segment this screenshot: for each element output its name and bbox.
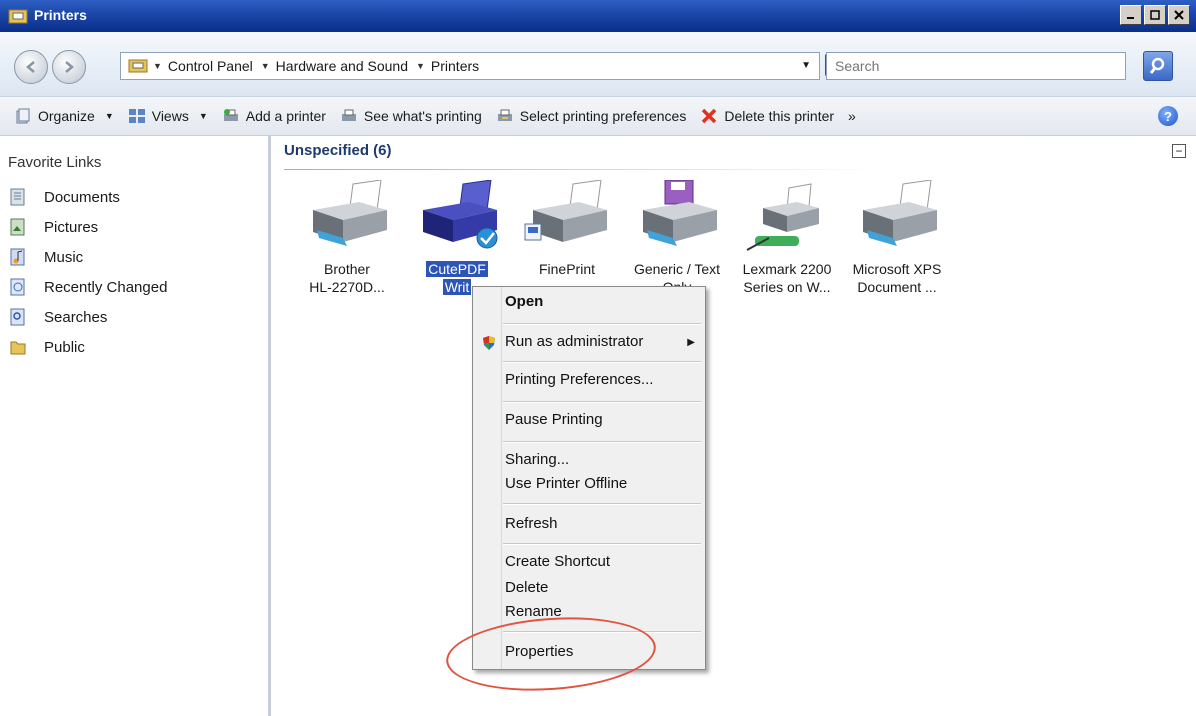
menu-item-use-printer-offline[interactable]: Use Printer Offline — [505, 475, 627, 492]
music-icon — [10, 248, 25, 266]
more-commands-button[interactable]: » — [848, 101, 856, 131]
title-bar: Printers — [0, 0, 1196, 32]
sidebar-item-music[interactable]: Music — [10, 248, 83, 266]
sidebar-item-recently-changed[interactable]: Recently Changed — [10, 278, 167, 296]
sidebar-item-public[interactable]: Public — [10, 338, 85, 356]
add-printer-icon — [223, 109, 238, 121]
printer-generic-icon — [643, 180, 717, 246]
crumb-printers[interactable]: ▼ Printers — [416, 58, 479, 74]
menu-separator — [503, 503, 701, 505]
maximize-button[interactable] — [1144, 5, 1166, 25]
menu-item-create-shortcut[interactable]: Create Shortcut — [505, 553, 610, 570]
menu-separator — [503, 361, 701, 363]
sidebar-item-documents[interactable]: Documents — [10, 188, 120, 206]
close-icon — [1174, 10, 1184, 20]
back-arrow-icon — [26, 61, 35, 73]
documents-icon — [10, 188, 25, 206]
menu-separator — [503, 441, 701, 443]
delete-printer-button[interactable]: Delete this printer — [700, 101, 834, 131]
print-queue-icon — [341, 109, 356, 121]
sidebar-item-pictures[interactable]: Pictures — [10, 218, 98, 236]
printer-item[interactable]: Lexmark 2200 Series on W... — [732, 180, 842, 296]
printer-item-selected[interactable]: CutePDF Writ — [402, 180, 512, 296]
menu-separator — [503, 323, 701, 325]
printer-icon — [524, 180, 607, 242]
printer-icon — [863, 180, 937, 246]
views-button[interactable]: Views ▼ — [128, 101, 208, 131]
window-title: Printers — [34, 7, 87, 23]
search-input[interactable] — [833, 53, 1097, 79]
pictures-icon — [10, 218, 25, 236]
search-button[interactable] — [1143, 51, 1173, 81]
content-pane: Unspecified (6) − Brother HL-2270D... Cu… — [274, 136, 1196, 716]
menu-item-sharing[interactable]: Sharing... — [505, 451, 569, 468]
context-menu: Open Run as administrator ▶ Printing Pre… — [472, 286, 706, 670]
crumb-hardware-and-sound[interactable]: ▼ Hardware and Sound — [261, 58, 408, 74]
public-folder-icon — [10, 341, 26, 355]
printer-item[interactable]: FinePrint — [512, 180, 622, 278]
menu-item-open[interactable]: Open — [505, 293, 543, 310]
address-bar[interactable]: ▼ Control Panel ▼ Hardware and Sound ▼ Prin… — [120, 52, 820, 80]
minimize-button[interactable] — [1120, 5, 1142, 25]
delete-x-icon — [702, 108, 717, 124]
select-printing-preferences-button[interactable]: Select printing preferences — [496, 101, 686, 131]
menu-item-delete[interactable]: Delete — [505, 579, 548, 596]
group-header[interactable]: Unspecified (6) — [284, 142, 392, 159]
search-box[interactable] — [826, 52, 1126, 80]
printers-folder-icon — [8, 9, 28, 24]
navigation-pane: Favorite Links Documents Pictures Music … — [0, 136, 271, 716]
menu-item-run-as-administrator[interactable]: Run as administrator — [505, 333, 643, 350]
breadcrumb: ▼ Control Panel ▼ Hardware and Sound ▼ Prin… — [121, 53, 487, 79]
window-controls — [1120, 5, 1190, 25]
organize-button[interactable]: Organize ▼ — [14, 101, 114, 131]
back-button[interactable] — [14, 50, 48, 84]
close-button[interactable] — [1168, 5, 1190, 25]
help-icon[interactable]: ? — [1158, 106, 1178, 126]
address-row: ▼ Control Panel ▼ Hardware and Sound ▼ Prin… — [0, 32, 1196, 97]
menu-item-pause-printing[interactable]: Pause Printing — [505, 411, 603, 428]
favorite-links-header: Favorite Links — [8, 154, 102, 171]
printer-location-icon — [128, 59, 148, 73]
printer-item[interactable]: Microsoft XPS Document ... — [842, 180, 952, 296]
views-icon — [128, 109, 145, 123]
searches-icon — [10, 308, 25, 326]
crumb-control-panel[interactable]: ▼ Control Panel — [153, 58, 253, 74]
sidebar-item-searches[interactable]: Searches — [10, 308, 107, 326]
printer-item[interactable]: Generic / Text Only — [622, 180, 732, 296]
menu-separator — [503, 401, 701, 403]
collapse-group-icon[interactable]: − — [1172, 144, 1186, 158]
forward-arrow-icon — [65, 61, 74, 73]
printing-preferences-icon — [497, 109, 512, 121]
network-printer-icon — [746, 183, 819, 251]
recently-changed-icon — [10, 278, 25, 296]
menu-item-refresh[interactable]: Refresh — [505, 515, 558, 532]
menu-separator — [503, 543, 701, 545]
add-printer-button[interactable]: Add a printer — [222, 101, 326, 131]
printer-default-icon — [423, 180, 498, 249]
search-icon — [1149, 57, 1165, 74]
group-divider — [284, 169, 884, 170]
menu-item-printing-preferences[interactable]: Printing Preferences... — [505, 371, 653, 388]
forward-button[interactable] — [52, 50, 86, 84]
printer-item[interactable]: Brother HL-2270D... — [292, 180, 402, 296]
see-whats-printing-button[interactable]: See what's printing — [340, 101, 482, 131]
organize-icon — [16, 108, 30, 124]
submenu-arrow-icon: ▶ — [687, 337, 695, 348]
uac-shield-icon — [483, 336, 495, 350]
minimize-icon — [1127, 17, 1134, 19]
printer-icon — [313, 180, 387, 246]
command-toolbar: Organize ▼ Views ▼ Add a printer See what'… — [0, 97, 1196, 136]
address-dropdown-icon[interactable]: ▼ — [801, 60, 811, 71]
maximize-icon — [1150, 10, 1160, 20]
